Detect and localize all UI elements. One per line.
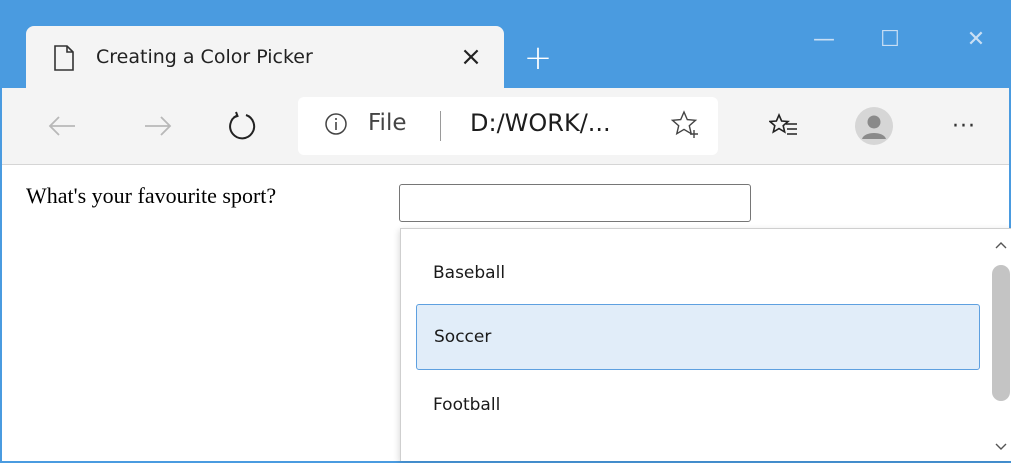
scheme-label: File: [368, 110, 407, 136]
option-soccer[interactable]: Soccer: [416, 304, 980, 370]
forward-arrow-icon: [145, 116, 172, 136]
sport-input[interactable]: [399, 184, 751, 222]
title-bar: Creating a Color Picker × + — ☐ ✕: [2, 0, 1009, 88]
add-favorite-star-icon[interactable]: [670, 109, 702, 141]
refresh-button[interactable]: [220, 104, 264, 148]
profile-icon: [855, 107, 893, 145]
tab-title: Creating a Color Picker: [96, 46, 313, 68]
new-tab-button[interactable]: +: [518, 38, 558, 78]
favorites-button[interactable]: [762, 104, 806, 148]
favorites-icon: [769, 112, 797, 135]
scrollbar-thumb[interactable]: [992, 265, 1010, 401]
sport-question-label: What's your favourite sport?: [26, 183, 277, 208]
scroll-down-icon[interactable]: [989, 437, 1011, 457]
option-baseball[interactable]: Baseball: [416, 240, 980, 306]
close-window-button[interactable]: ✕: [954, 20, 998, 60]
option-football[interactable]: Football: [416, 372, 980, 438]
maximize-button[interactable]: ☐: [868, 20, 912, 60]
address-divider: [440, 111, 441, 141]
back-button[interactable]: [40, 104, 84, 148]
browser-window: Creating a Color Picker × + — ☐ ✕ File D…: [0, 0, 1011, 463]
back-arrow-icon: [48, 116, 75, 136]
minimize-button[interactable]: —: [802, 20, 846, 60]
browser-toolbar: File D:/WORK/... ···: [2, 88, 1009, 165]
scroll-up-icon[interactable]: [989, 235, 1011, 255]
refresh-icon: [229, 111, 256, 140]
autocomplete-dropdown: Baseball Soccer Football: [400, 228, 1011, 461]
info-icon[interactable]: [324, 112, 348, 136]
page-icon: [52, 45, 76, 71]
address-bar[interactable]: File D:/WORK/...: [298, 97, 718, 155]
more-menu-button[interactable]: ···: [942, 104, 986, 148]
page-content: What's your favourite sport? Baseball So…: [2, 165, 1011, 461]
tab-close-icon[interactable]: ×: [458, 42, 484, 72]
forward-button[interactable]: [136, 104, 180, 148]
profile-button[interactable]: [852, 104, 896, 148]
address-url[interactable]: D:/WORK/...: [470, 109, 611, 137]
browser-tab[interactable]: Creating a Color Picker ×: [26, 26, 504, 88]
